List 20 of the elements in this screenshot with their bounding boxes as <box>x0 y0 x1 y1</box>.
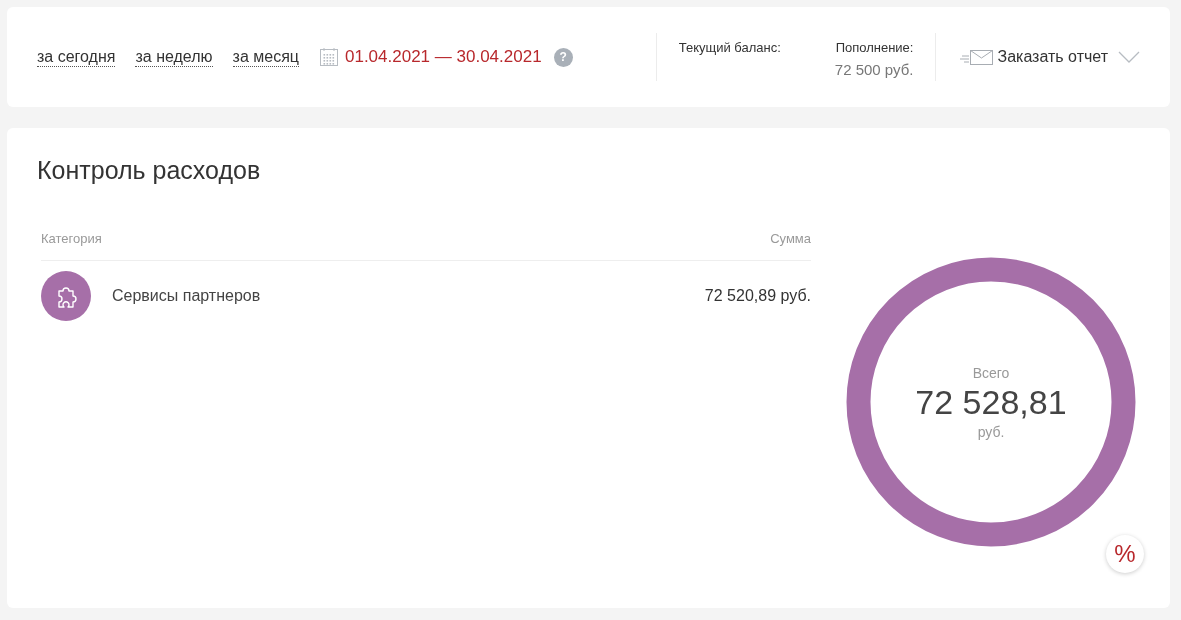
category-name: Сервисы партнеров <box>112 287 262 305</box>
period-link[interactable]: за сегодня <box>37 47 116 67</box>
topup-value: 72 500 руб. <box>834 61 914 78</box>
category-amount: 72 520,89 руб. <box>704 287 811 305</box>
topup-label: Пополнение: <box>835 40 914 55</box>
period-link[interactable]: за неделю <box>135 47 213 67</box>
percent-toggle-button[interactable]: % <box>1106 535 1144 573</box>
total-unit: руб. <box>977 423 1005 440</box>
total-label: Всего <box>972 364 1010 381</box>
section-title: Контроль расходов <box>37 156 262 185</box>
date-range-link[interactable]: 01.04.2021 — 30.04.2021 <box>344 47 542 67</box>
balance-label: Текущий баланс: <box>678 40 781 55</box>
order-report-button[interactable]: Заказать отчет <box>960 48 1108 66</box>
column-header: Категория <box>41 231 102 246</box>
chevron-down-icon[interactable] <box>1118 51 1140 63</box>
calendar-icon[interactable] <box>318 47 339 67</box>
envelope-icon <box>960 48 995 66</box>
total-value: 72 528,81 <box>915 382 1067 422</box>
period-link[interactable]: за месяц <box>232 47 299 67</box>
column-header: Сумма <box>770 231 811 246</box>
